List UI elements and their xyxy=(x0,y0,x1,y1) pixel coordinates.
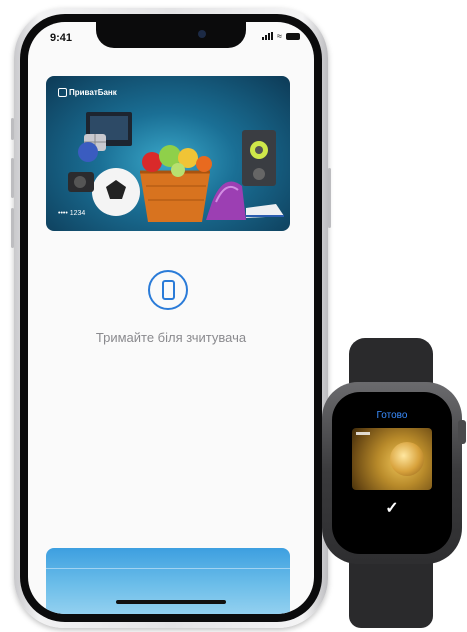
card-divider xyxy=(46,568,290,569)
watch-band-bottom xyxy=(349,556,433,628)
battery-icon xyxy=(286,32,300,40)
bank-name: ПриватБанк xyxy=(69,88,117,97)
checkmark-icon: ✓ xyxy=(385,500,399,517)
bank-logo-icon xyxy=(58,88,67,97)
watch-card xyxy=(352,428,432,490)
volume-up-button xyxy=(11,158,14,198)
bank-logo: ПриватБанк xyxy=(58,88,117,97)
phone-outline-icon xyxy=(162,280,175,300)
card-artwork xyxy=(68,112,284,222)
globe-icon xyxy=(390,442,424,476)
bank-card[interactable]: ПриватБанк •••• 1234 xyxy=(46,76,290,231)
camera-icon xyxy=(198,30,206,38)
card-stack[interactable] xyxy=(46,548,290,614)
phone-screen: 9:41 ≈ ПриватБанк •••• 1234 Тримайте біл… xyxy=(28,22,314,614)
watch-card-logo xyxy=(356,432,370,435)
status-time: 9:41 xyxy=(50,32,73,44)
reader-prompt: Тримайте біля зчитувача xyxy=(95,330,247,345)
apple-watch: Готово ✓ xyxy=(322,382,462,564)
home-indicator[interactable] xyxy=(116,600,226,604)
watch-screen: Готово ✓ xyxy=(332,392,452,554)
notch xyxy=(96,22,246,48)
mute-switch xyxy=(11,118,14,140)
signal-icon xyxy=(262,32,274,40)
status-icons: ≈ xyxy=(262,31,300,41)
phone-bezel: 9:41 ≈ ПриватБанк •••• 1234 Тримайте біл… xyxy=(20,14,322,622)
volume-down-button xyxy=(11,208,14,248)
iphone-device: 9:41 ≈ ПриватБанк •••• 1234 Тримайте біл… xyxy=(11,8,331,628)
digital-crown xyxy=(458,420,466,444)
side-button xyxy=(328,168,331,228)
wifi-icon: ≈ xyxy=(277,31,282,41)
card-number: •••• 1234 xyxy=(58,210,86,217)
watch-status-title: Готово xyxy=(376,410,408,421)
phone-reader-icon xyxy=(148,270,188,310)
